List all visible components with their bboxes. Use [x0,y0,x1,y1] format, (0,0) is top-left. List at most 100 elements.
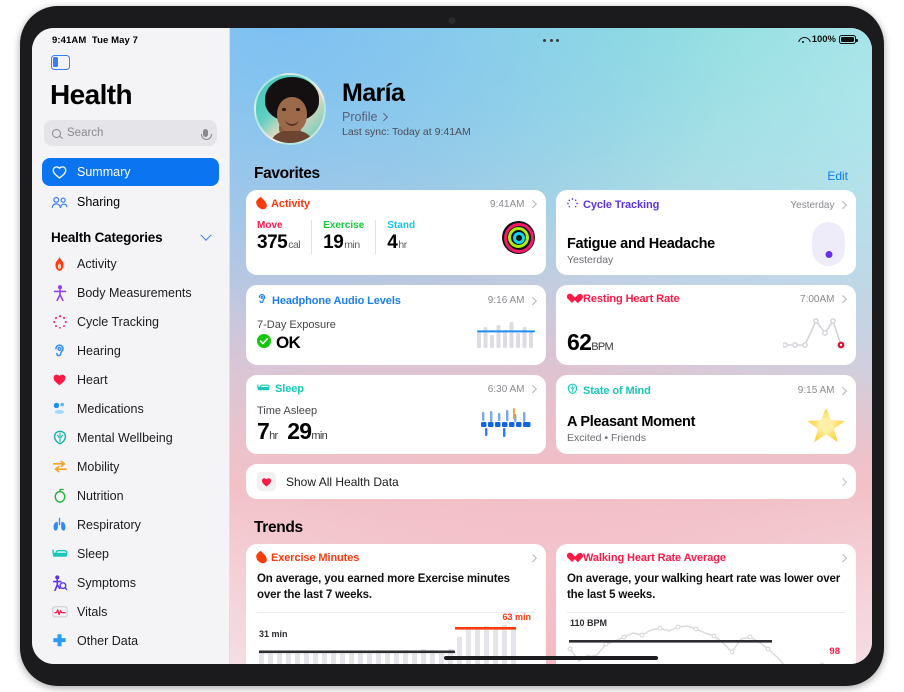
metric-label: Exercise [323,220,365,231]
card-title-label: Activity [271,198,310,210]
search-icon [52,128,61,138]
card-header: Sleep 6:30 AM [257,383,537,395]
baseline-label: 31 min [259,629,288,640]
sidebar-item-nutrition[interactable]: Nutrition [42,481,219,510]
card-headphone-audio-levels[interactable]: Headphone Audio Levels 9:16 AM 7-Day Exp… [246,285,546,365]
sidebar-item-medications[interactable]: Medications [42,394,219,423]
metric-move: Move 375cal [257,220,313,254]
card-header: Resting Heart Rate 7:00AM [567,293,847,305]
sidebar-item-mental-wellbeing[interactable]: Mental Wellbeing [42,423,219,452]
trends-section-header: Trends [254,519,848,537]
card-activity[interactable]: Activity 9:41AM Move 375cal Exercise 19m… [246,190,546,275]
card-title-label: Resting Heart Rate [583,293,680,305]
highlight-label: 63 min [502,612,531,623]
card-header: Exercise Minutes [254,550,537,566]
card-title-label: Cycle Tracking [583,199,660,211]
sleep-label: Time Asleep [257,405,318,417]
sidebar-item-cycle-tracking[interactable]: Cycle Tracking [42,307,219,336]
card-body: 62BPM [567,315,845,356]
wifi-icon [798,36,809,44]
health-categories-header[interactable]: Health Categories [42,229,219,245]
card-trend-walking-heart-rate[interactable]: Walking Heart Rate Average On average, y… [556,544,856,664]
search-input[interactable]: Search [44,120,217,146]
sidebar-item-hearing[interactable]: Hearing [42,336,219,365]
timestamp-label: 9:16 AM [487,295,525,306]
sidebar-item-activity[interactable]: Activity [42,249,219,278]
main-content: 100% María Profile Last sync: Today at 9… [230,28,872,664]
edit-favorites-button[interactable]: Edit [827,169,848,183]
timestamp-label: 7:00AM [800,293,835,305]
sidebar-item-heart[interactable]: Heart [42,365,219,394]
card-header: Cycle Tracking Yesterday [567,198,847,212]
battery-percent: 100% [811,34,836,45]
chevron-right-icon [838,201,847,209]
sidebar-item-sharing[interactable]: Sharing [42,188,219,216]
card-timestamp: 7:00AM [800,293,847,305]
sidebar-item-label: Sleep [77,546,109,561]
heart-icon [51,373,68,386]
cycle-icon [567,198,578,212]
card-state-of-mind[interactable]: State of Mind 9:15 AM A Pleasant Moment … [556,375,856,454]
chevron-down-icon[interactable] [200,229,212,241]
metric-exercise: Exercise 19min [323,220,377,254]
metric-label: Move [257,220,283,231]
health-categories-label: Health Categories [51,230,163,245]
sidebar-item-summary[interactable]: Summary [42,158,219,186]
plus-icon [51,633,68,648]
show-all-health-data-row[interactable]: Show All Health Data [246,464,856,499]
flame-icon [51,256,68,271]
card-body: Fatigue and Headache Yesterday [567,222,845,266]
microphone-icon[interactable] [200,129,213,140]
sleep-stages-chart [479,408,535,445]
metric-value: 375cal [257,232,301,253]
sidebar-item-symptoms[interactable]: Symptoms [42,568,219,597]
trends-grid: Exercise Minutes On average, you earned … [246,544,856,664]
mood-star-icon [807,408,845,443]
last-sync-text: Last sync: Today at 9:41AM [342,125,471,138]
ear-icon [51,343,68,359]
window-drag-handle[interactable] [543,39,559,42]
profile-link[interactable]: Profile [342,110,471,124]
lungs-icon [51,517,68,532]
card-title-label: Sleep [275,383,304,395]
bed-icon [257,383,270,395]
avatar[interactable] [254,73,326,145]
metric-unit: min [344,239,360,251]
sidebar-item-body-measurements[interactable]: Body Measurements [42,278,219,307]
card-body: 7-Day Exposure OK [257,318,535,353]
sleep-hours-unit: hr [269,430,278,442]
card-cycle-tracking[interactable]: Cycle Tracking Yesterday Fatigue and Hea… [556,190,856,275]
scroll-area[interactable]: María Profile Last sync: Today at 9:41AM… [230,56,872,664]
headphone-levels-chart [477,318,535,353]
symptoms-icon [51,574,68,591]
horizontal-scrollbar[interactable] [444,656,658,660]
check-circle-icon [257,333,271,353]
resting-hr-value: 62BPM [567,329,614,355]
front-camera-icon [448,17,456,24]
screen: 9:41AM Tue May 7 Health Search Summary S… [32,28,872,664]
battery-icon [839,35,858,44]
brain-icon [567,383,578,398]
trend-description: On average, you earned more Exercise min… [257,573,510,601]
sidebar-item-other-data[interactable]: Other Data [42,626,219,655]
card-title: Exercise Minutes [254,550,359,566]
mood-subtext: Excited • Friends [567,432,646,444]
chevron-right-icon [528,554,537,562]
card-trend-exercise-minutes[interactable]: Exercise Minutes On average, you earned … [246,544,546,664]
sidebar-item-sleep[interactable]: Sleep [42,539,219,568]
flame-icon [254,550,269,566]
sidebar-item-label: Hearing [77,343,121,358]
card-sleep[interactable]: Sleep 6:30 AM Time Asleep 7hr 29min [246,375,546,454]
sidebar-item-mobility[interactable]: Mobility [42,452,219,481]
sidebar-item-respiratory[interactable]: Respiratory [42,510,219,539]
sidebar-item-vitals[interactable]: Vitals [42,597,219,626]
status-time: 9:41AM [52,35,87,46]
chevron-right-icon [838,295,847,303]
favorites-heading: Favorites [254,165,320,182]
card-title-label: Walking Heart Rate Average [583,552,726,564]
sidebar-toggle-icon[interactable] [51,55,70,70]
card-resting-heart-rate[interactable]: Resting Heart Rate 7:00AM 62BPM [556,285,856,365]
favorites-section-header: Favorites Edit [254,165,848,183]
chevron-right-icon [380,112,389,121]
show-all-label: Show All Health Data [286,474,399,489]
